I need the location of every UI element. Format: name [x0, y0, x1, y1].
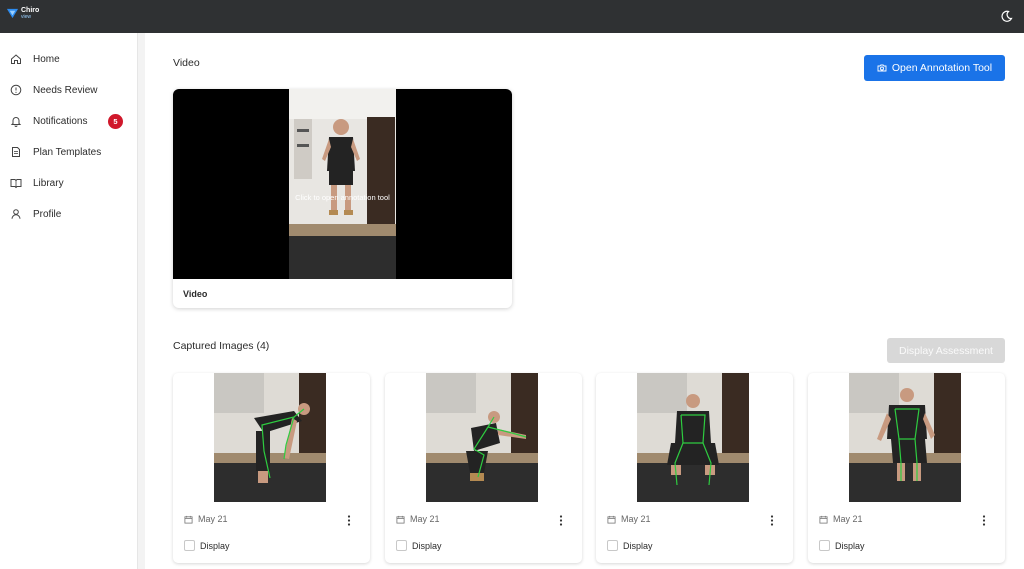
document-icon [12, 147, 20, 157]
logo-subtext: view [21, 14, 32, 20]
calendar-icon [396, 515, 405, 524]
sidebar-item-label: Profile [33, 208, 62, 220]
logo-icon [6, 8, 19, 19]
image-date-text: May 21 [410, 514, 440, 524]
sidebar-item-notifications[interactable]: Notifications 5 [0, 108, 138, 134]
display-assessment-button[interactable]: Display Assessment [887, 338, 1005, 363]
video-caption: Video [183, 289, 208, 299]
image-date: May 21 [607, 514, 651, 524]
captured-images-title: Captured Images (4) [173, 340, 270, 352]
calendar-icon [819, 515, 828, 524]
app-logo[interactable]: Chiro view [6, 7, 39, 21]
camera-icon [877, 64, 887, 72]
image-date-text: May 21 [198, 514, 228, 524]
sidebar-item-needs-review[interactable]: Needs Review [0, 77, 138, 103]
notification-badge: 5 [108, 113, 123, 129]
more-options-icon[interactable] [978, 514, 990, 526]
sidebar-item-home[interactable]: Home [0, 46, 138, 72]
open-annotation-tool-button[interactable]: Open Annotation Tool [864, 55, 1005, 81]
display-checkbox-label: Display [412, 541, 442, 551]
sidebar-item-label: Library [33, 177, 64, 189]
top-bar: Chiro view [0, 0, 1024, 33]
image-date-text: May 21 [833, 514, 863, 524]
calendar-icon [184, 515, 193, 524]
sidebar: Home Needs Review Notifications 5 Plan T… [0, 33, 138, 569]
theme-toggle-icon[interactable] [1000, 9, 1014, 23]
sidebar-item-library[interactable]: Library [0, 170, 138, 196]
user-icon [11, 209, 21, 219]
alert-circle-icon [10, 84, 22, 96]
captured-image-card: May 21 Display [808, 373, 1005, 563]
logo-text: Chiro [21, 7, 40, 14]
sidebar-item-label: Notifications [33, 115, 88, 127]
display-checkbox-label: Display [835, 541, 865, 551]
captured-image-thumbnail[interactable] [214, 373, 326, 502]
display-checkbox[interactable] [819, 540, 830, 551]
sidebar-item-profile[interactable]: Profile [0, 201, 138, 227]
sidebar-item-plan-templates[interactable]: Plan Templates [0, 139, 138, 165]
open-annotation-tool-label: Open Annotation Tool [891, 62, 993, 74]
book-icon [10, 179, 22, 189]
video-overlay-hint: Click to open annotation tool [295, 193, 390, 202]
captured-image-card: May 21 Display [385, 373, 582, 563]
captured-image-thumbnail[interactable] [426, 373, 538, 502]
more-options-icon[interactable] [766, 514, 778, 526]
home-icon [11, 54, 21, 64]
captured-image-card: May 21 Display [173, 373, 370, 563]
display-assessment-label: Display Assessment [899, 344, 993, 357]
display-checkbox-label: Display [623, 541, 653, 551]
video-section-title: Video [173, 57, 200, 69]
display-checkbox[interactable] [184, 540, 195, 551]
captured-image-thumbnail[interactable] [637, 373, 749, 502]
captured-image-card: May 21 Display [596, 373, 793, 563]
display-checkbox[interactable] [396, 540, 407, 551]
sidebar-divider [138, 33, 145, 569]
image-date: May 21 [184, 514, 228, 524]
image-date-text: May 21 [621, 514, 651, 524]
calendar-icon [607, 515, 616, 524]
display-checkbox[interactable] [607, 540, 618, 551]
captured-image-thumbnail[interactable] [849, 373, 961, 502]
image-date: May 21 [396, 514, 440, 524]
more-options-icon[interactable] [343, 514, 355, 526]
video-player[interactable] [173, 89, 512, 279]
sidebar-item-label: Plan Templates [33, 146, 102, 158]
video-card[interactable]: Click to open annotation tool Video [173, 89, 512, 308]
more-options-icon[interactable] [555, 514, 567, 526]
bell-icon [10, 117, 22, 127]
video-thumbnail [289, 89, 396, 279]
sidebar-item-label: Home [33, 53, 60, 65]
image-date: May 21 [819, 514, 863, 524]
sidebar-item-label: Needs Review [33, 84, 98, 96]
display-checkbox-label: Display [200, 541, 230, 551]
